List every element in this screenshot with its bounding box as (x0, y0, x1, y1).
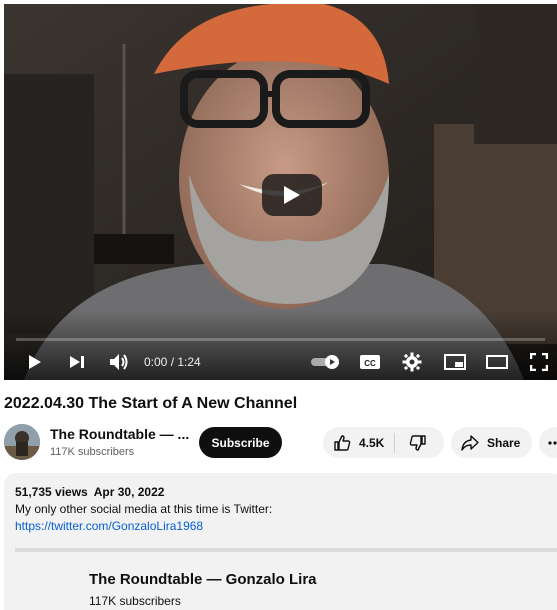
channel-name[interactable]: The Roundtable — ... (50, 426, 189, 442)
twitter-link[interactable]: https://twitter.com/GonzaloLira1968 (15, 519, 203, 533)
settings-gear-icon (402, 352, 422, 372)
volume-icon (110, 354, 128, 370)
avatar-image (4, 424, 40, 460)
description-channel-name[interactable]: The Roundtable — Gonzalo Lira (89, 571, 317, 588)
next-icon (70, 356, 84, 368)
fullscreen-button[interactable] (526, 344, 552, 380)
center-play-button[interactable] (262, 174, 322, 216)
channel-subscribers: 117K subscribers (50, 446, 135, 458)
channel-avatar[interactable] (4, 424, 40, 460)
fullscreen-icon (530, 353, 548, 371)
dislike-button[interactable] (395, 427, 441, 458)
captions-icon: CC (360, 355, 380, 369)
autoplay-toggle-icon (311, 355, 339, 369)
miniplayer-button[interactable] (442, 344, 468, 380)
miniplayer-icon (444, 354, 466, 370)
like-count: 4.5K (359, 435, 385, 450)
subscribe-button[interactable]: Subscribe (199, 427, 282, 458)
time-current: 0:00 (144, 355, 168, 369)
like-dislike-group: 4.5K (323, 427, 444, 458)
time-display: 0:00 / 1:24 (144, 344, 201, 380)
time-total: 1:24 (177, 355, 201, 369)
description-channel-subscribers: 117K subscribers (89, 594, 181, 608)
more-icon (547, 440, 557, 445)
play-icon (284, 186, 300, 204)
upload-date: Apr 30, 2022 (93, 485, 165, 499)
description-divider (15, 548, 557, 552)
description-box[interactable]: 51,735 views Apr 30, 2022 My only other s… (4, 473, 557, 610)
video-title: 2022.04.30 The Start of A New Channel (4, 395, 298, 412)
thumbs-up-icon (334, 434, 351, 451)
play-button[interactable] (22, 344, 48, 380)
youtube-watch-page: 0:00 / 1:24 CC 2022.04.30 The Start of A (0, 0, 557, 610)
share-label: Share (487, 435, 521, 450)
svg-text:CC: CC (364, 359, 376, 368)
share-button[interactable]: Share (451, 427, 532, 458)
description-text: My only other social media at this time … (15, 502, 273, 516)
description-meta: 51,735 views Apr 30, 2022 (15, 485, 164, 499)
thumbs-down-icon (410, 434, 427, 451)
like-button[interactable]: 4.5K (323, 427, 394, 458)
play-icon (29, 355, 41, 369)
view-count: 51,735 views (15, 485, 88, 499)
time-separator: / (167, 355, 178, 369)
theater-mode-icon (486, 355, 508, 369)
progress-bar[interactable] (16, 338, 545, 341)
captions-button[interactable]: CC (357, 344, 383, 380)
next-button[interactable] (64, 344, 90, 380)
autoplay-toggle[interactable] (309, 344, 343, 380)
settings-button[interactable] (399, 344, 425, 380)
player-controls: 0:00 / 1:24 CC (4, 344, 557, 380)
share-arrow-icon (461, 434, 479, 451)
volume-button[interactable] (106, 344, 132, 380)
video-player[interactable]: 0:00 / 1:24 CC (4, 4, 557, 380)
theater-mode-button[interactable] (484, 344, 510, 380)
more-actions-button[interactable] (539, 427, 557, 458)
